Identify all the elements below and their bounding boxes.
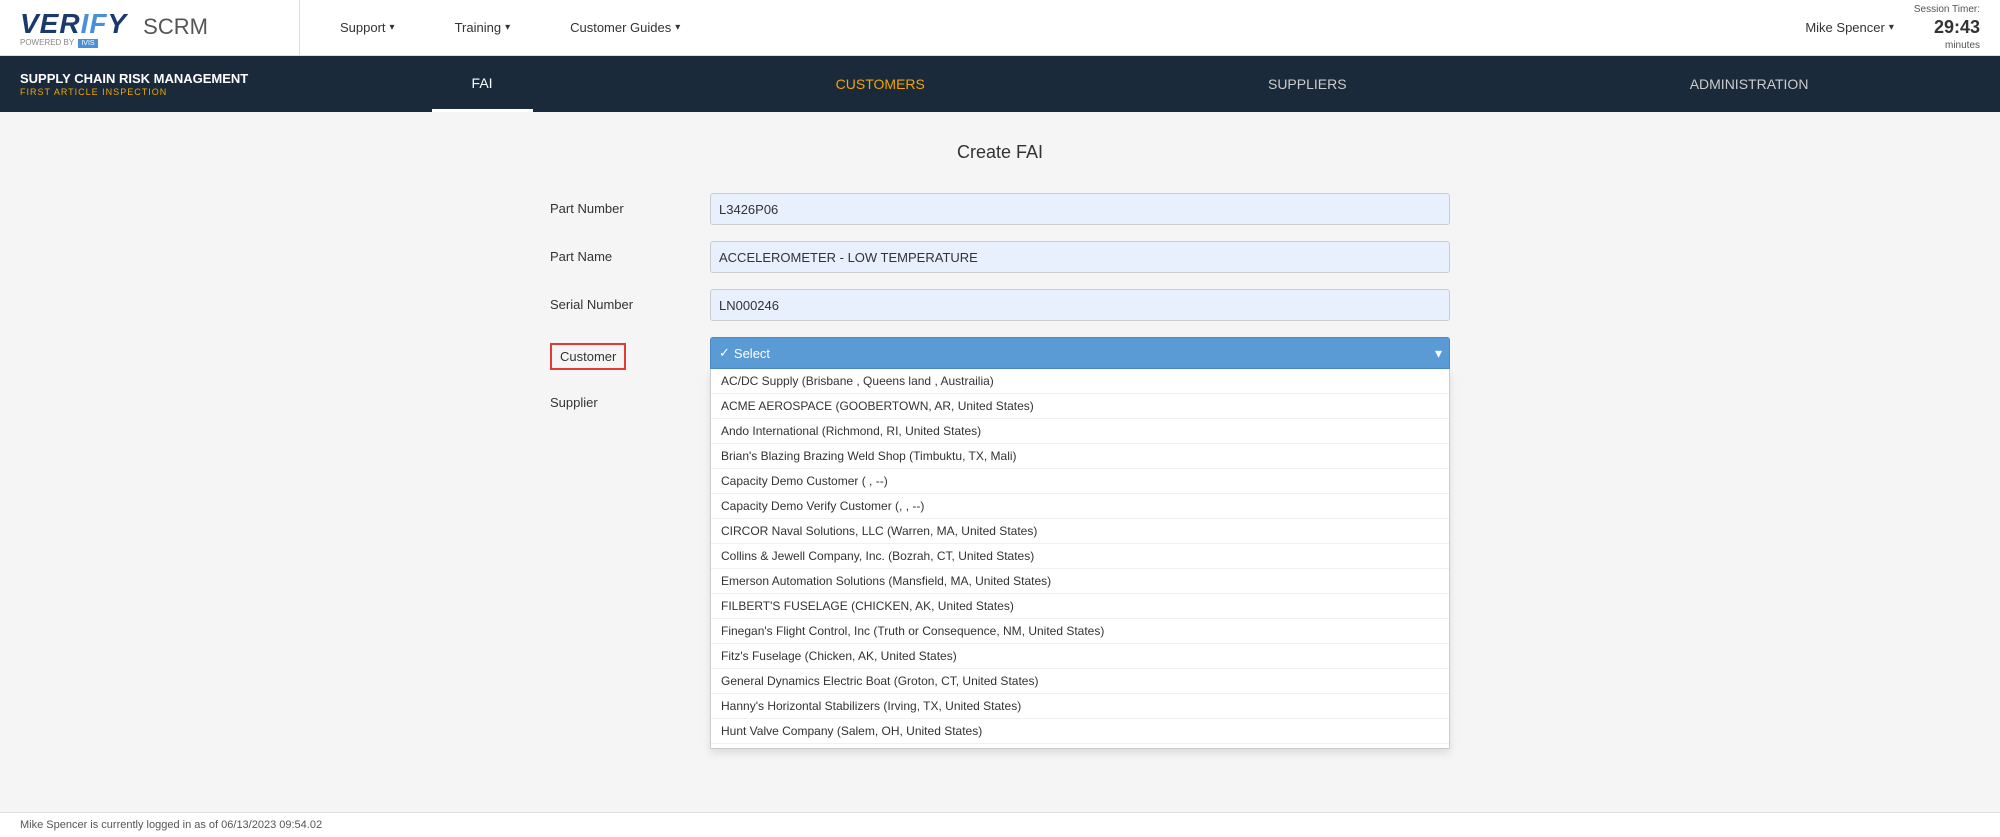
support-caret: ▾ xyxy=(390,22,395,33)
select-label: Select xyxy=(734,346,770,361)
form-title: Create FAI xyxy=(550,142,1450,163)
serial-number-label: Serial Number xyxy=(550,289,710,312)
supplier-label: Supplier xyxy=(550,395,710,410)
top-bar: VERIFY SCRM POWERED BY IVIS Support ▾ Tr… xyxy=(0,0,2000,56)
customer-guides-nav[interactable]: Customer Guides ▾ xyxy=(570,20,680,35)
customer-option[interactable]: Brian's Blazing Brazing Weld Shop (Timbu… xyxy=(711,444,1449,469)
verify-text: VERIFY xyxy=(20,8,127,40)
serial-number-row: Serial Number xyxy=(550,289,1450,321)
logo-area: VERIFY SCRM POWERED BY IVIS xyxy=(20,0,300,55)
part-name-row: Part Name xyxy=(550,241,1450,273)
top-right-area: Mike Spencer ▾ Session Timer: 29:43 minu… xyxy=(1805,3,1980,52)
support-nav[interactable]: Support ▾ xyxy=(340,20,395,35)
customer-option[interactable]: Collins & Jewell Company, Inc. (Bozrah, … xyxy=(711,544,1449,569)
ivis-badge: IVIS xyxy=(78,39,97,48)
customer-option[interactable]: ACME AEROSPACE (GOOBERTOWN, AR, United S… xyxy=(711,394,1449,419)
session-info: Session Timer: 29:43 minutes xyxy=(1914,3,1980,52)
customer-option[interactable]: AC/DC Supply (Brisbane , Queens land , A… xyxy=(711,369,1449,394)
top-navigation: Support ▾ Training ▾ Customer Guides ▾ xyxy=(300,0,1805,55)
main-nav-items: FAI CUSTOMERS SUPPLIERS ADMINISTRATION xyxy=(300,56,1980,112)
customer-option[interactable]: Hunt Valve Company (Salem, OH, United St… xyxy=(711,719,1449,744)
chevron-down-icon: ▾ xyxy=(1435,345,1442,362)
serial-number-input[interactable] xyxy=(710,289,1450,321)
part-number-input[interactable] xyxy=(710,193,1450,225)
scrm-text: SCRM xyxy=(143,14,208,40)
customer-label-box: Customer xyxy=(550,337,710,370)
logo-verify: VERIFY SCRM POWERED BY IVIS xyxy=(20,8,208,47)
customer-select-header[interactable]: ✓ Select ▾ xyxy=(710,337,1450,369)
nav-suppliers[interactable]: SUPPLIERS xyxy=(1228,56,1387,112)
content-area: Create FAI Part Number Part Name Serial … xyxy=(0,112,2000,837)
form-container: Create FAI Part Number Part Name Serial … xyxy=(550,142,1450,418)
customer-option[interactable]: Capacity Demo Customer ( , --) xyxy=(711,469,1449,494)
customer-option[interactable]: Finegan's Flight Control, Inc (Truth or … xyxy=(711,619,1449,644)
select-checkmark: ✓ xyxy=(719,345,730,361)
customer-dropdown-list: AC/DC Supply (Brisbane , Queens land , A… xyxy=(710,369,1450,749)
nav-administration[interactable]: ADMINISTRATION xyxy=(1650,56,1849,112)
part-name-label: Part Name xyxy=(550,241,710,264)
status-bar: Mike Spencer is currently logged in as o… xyxy=(0,812,2000,837)
user-menu[interactable]: Mike Spencer ▾ xyxy=(1805,20,1894,35)
part-number-label: Part Number xyxy=(550,193,710,216)
customer-option[interactable]: Hanny's Horizontal Stabilizers (Irving, … xyxy=(711,694,1449,719)
customer-select-container: ✓ Select ▾ AC/DC Supply (Brisbane , Quee… xyxy=(710,337,1450,369)
customer-label: Customer xyxy=(550,343,626,370)
customer-option[interactable]: Huntington Ingalls Industries - Newport … xyxy=(711,744,1449,749)
customer-option[interactable]: CIRCOR Naval Solutions, LLC (Warren, MA,… xyxy=(711,519,1449,544)
training-caret: ▾ xyxy=(505,22,510,33)
training-nav[interactable]: Training ▾ xyxy=(455,20,511,35)
part-number-row: Part Number xyxy=(550,193,1450,225)
part-name-input[interactable] xyxy=(710,241,1450,273)
nav-fai[interactable]: FAI xyxy=(432,56,533,112)
main-navigation: SUPPLY CHAIN RISK MANAGEMENT FIRST ARTIC… xyxy=(0,56,2000,112)
customer-row: Customer ✓ Select ▾ AC/DC Supply (Brisba… xyxy=(550,337,1450,370)
user-caret: ▾ xyxy=(1889,22,1894,33)
nav-customers[interactable]: CUSTOMERS xyxy=(796,56,965,112)
customer-option[interactable]: Emerson Automation Solutions (Mansfield,… xyxy=(711,569,1449,594)
brand-area: SUPPLY CHAIN RISK MANAGEMENT FIRST ARTIC… xyxy=(20,71,300,97)
customer-option[interactable]: Ando International (Richmond, RI, United… xyxy=(711,419,1449,444)
customer-option[interactable]: FILBERT'S FUSELAGE (CHICKEN, AK, United … xyxy=(711,594,1449,619)
customer-option[interactable]: General Dynamics Electric Boat (Groton, … xyxy=(711,669,1449,694)
customer-option[interactable]: Fitz's Fuselage (Chicken, AK, United Sta… xyxy=(711,644,1449,669)
customer-guides-caret: ▾ xyxy=(675,22,680,33)
customer-option[interactable]: Capacity Demo Verify Customer (, , --) xyxy=(711,494,1449,519)
